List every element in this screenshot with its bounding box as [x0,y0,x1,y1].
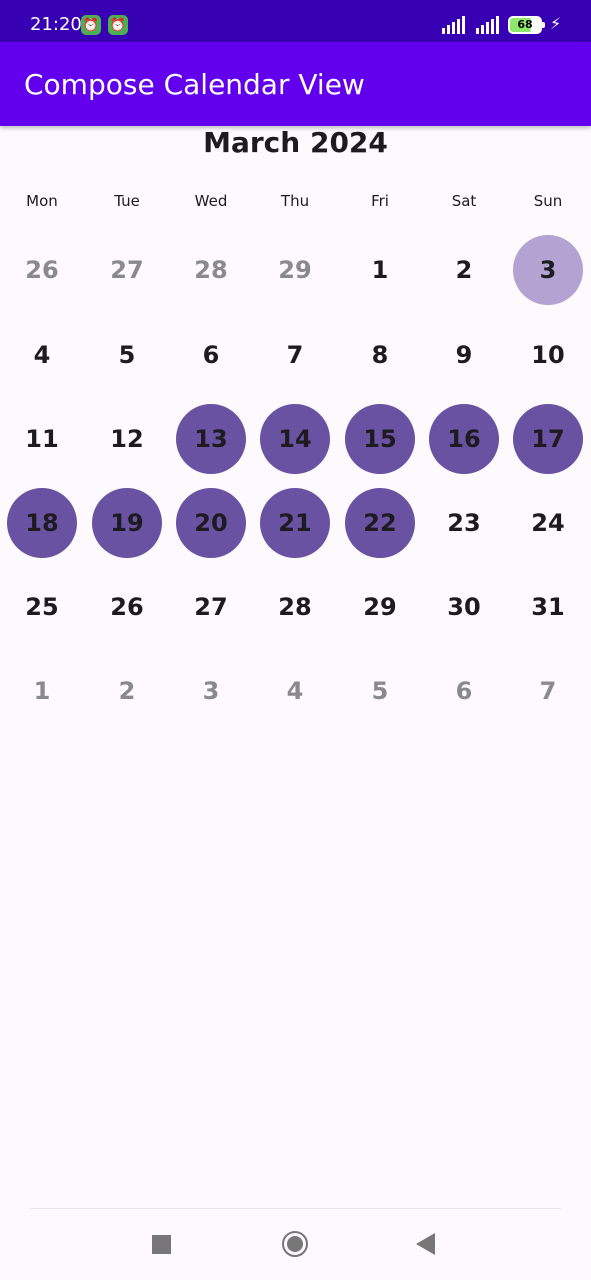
weekday-label: Thu [280,192,310,210]
calendar-day[interactable]: 12 [92,404,162,474]
signal-strength-icon [476,16,499,34]
app-bar: Compose Calendar View [0,42,591,126]
calendar-day[interactable]: 29 [260,235,330,305]
calendar-day[interactable]: 7 [513,656,583,726]
calendar-day[interactable]: 10 [513,320,583,390]
alarm-icon: ⏰ [108,15,128,35]
calendar-day[interactable]: 15 [345,404,415,474]
calendar-day[interactable]: 5 [92,320,162,390]
calendar-day[interactable]: 28 [176,235,246,305]
calendar-day[interactable]: 3 [176,656,246,726]
weekday-label: Tue [114,192,140,210]
battery-level: 68 [517,18,533,31]
signal-strength-icon [442,16,465,34]
calendar-day[interactable]: 5 [345,656,415,726]
calendar-day[interactable]: 8 [345,320,415,390]
calendar-day[interactable]: 6 [176,320,246,390]
calendar-day[interactable]: 18 [7,488,77,558]
weekday-label: Wed [194,192,228,210]
calendar-day[interactable]: 25 [7,572,77,642]
charging-icon: ⚡ [550,14,562,33]
calendar-day[interactable]: 4 [7,320,77,390]
calendar-day[interactable]: 27 [176,572,246,642]
navigation-bar [0,1209,591,1280]
weekday-label: Sun [533,192,563,210]
app-title: Compose Calendar View [24,68,365,101]
battery-icon: 68 [508,16,545,34]
calendar-day[interactable]: 9 [429,320,499,390]
status-bar: 21:20 ⏰ ⏰ 68 ⚡ [0,0,591,42]
calendar-day[interactable]: 26 [92,572,162,642]
calendar-day[interactable]: 29 [345,572,415,642]
home-button[interactable] [282,1231,308,1257]
calendar-day[interactable]: 24 [513,488,583,558]
calendar-day[interactable]: 23 [429,488,499,558]
calendar-day[interactable]: 21 [260,488,330,558]
calendar-day[interactable]: 22 [345,488,415,558]
calendar-day[interactable]: 16 [429,404,499,474]
back-button[interactable] [416,1233,435,1255]
month-title: March 2024 [203,126,388,159]
calendar-day[interactable]: 6 [429,656,499,726]
calendar-day[interactable]: 20 [176,488,246,558]
calendar-day[interactable]: 17 [513,404,583,474]
calendar-day[interactable]: 11 [7,404,77,474]
status-time: 21:20 [30,14,82,35]
weekday-label: Sat [451,192,477,210]
calendar-day[interactable]: 28 [260,572,330,642]
recents-button[interactable] [152,1235,171,1254]
calendar-day[interactable]: 13 [176,404,246,474]
calendar-day[interactable]: 27 [92,235,162,305]
calendar-day[interactable]: 4 [260,656,330,726]
calendar-day[interactable]: 26 [7,235,77,305]
calendar-day[interactable]: 30 [429,572,499,642]
calendar-grid: 26 27 28 29 1 2 3 4 5 6 7 8 9 10 11 12 13 14 15 16 17 18 19 20 2… [0,228,591,734]
calendar-day[interactable]: 2 [92,656,162,726]
weekday-label: Fri [371,192,389,210]
calendar-day[interactable]: 2 [429,235,499,305]
calendar-day[interactable]: 1 [345,235,415,305]
calendar-day[interactable]: 7 [260,320,330,390]
calendar-day[interactable]: 19 [92,488,162,558]
alarm-icon: ⏰ [81,15,101,35]
calendar-day[interactable]: 1 [7,656,77,726]
calendar-day[interactable]: 31 [513,572,583,642]
weekday-label: Mon [26,192,58,210]
calendar-day[interactable]: 3 [513,235,583,305]
calendar-day[interactable]: 14 [260,404,330,474]
weekday-header: Mon Tue Wed Thu Fri Sat Sun [0,192,591,216]
